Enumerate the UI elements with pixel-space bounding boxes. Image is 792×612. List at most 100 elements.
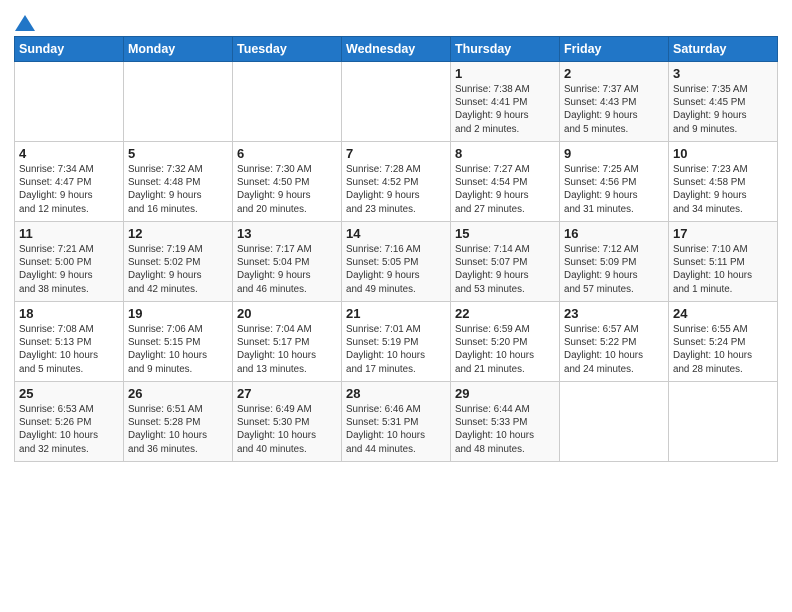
calendar-cell: 27Sunrise: 6:49 AM Sunset: 5:30 PM Dayli… [233, 382, 342, 462]
day-number: 16 [564, 226, 664, 241]
calendar-cell [342, 62, 451, 142]
day-header-saturday: Saturday [669, 37, 778, 62]
logo [14, 12, 36, 30]
calendar-cell: 4 Sunrise: 7:34 AM Sunset: 4:47 PM Daylig… [15, 142, 124, 222]
day-info: Sunrise: 7:01 AM Sunset: 5:19 PM Dayligh… [346, 323, 446, 376]
calendar-cell: 25 Sunrise: 6:53 AM Sunset: 5:26 PM Dayli… [15, 382, 124, 462]
calendar-cell: 10 Sunrise: 7:23 AM Sunset: 4:58 PM Dayli… [669, 142, 778, 222]
day-info: Sunrise: 6:46 AM Sunset: 5:31 PM Dayligh… [346, 403, 446, 456]
day-number: 4 [19, 146, 119, 161]
day-info: Sunrise: 7:38 AM Sunset: 4:41 PM Dayligh… [455, 83, 555, 136]
calendar-header [14, 12, 778, 30]
calendar-cell: 13 Sunrise: 7:17 AM Sunset: 5:04 PM Dayli… [233, 222, 342, 302]
day-number: 7 [346, 146, 446, 161]
calendar-cell: 5Sunrise: 7:32 AM Sunset: 4:48 PM Daylig… [124, 142, 233, 222]
day-info: Sunrise: 7:28 AM Sunset: 4:52 PM Dayligh… [346, 163, 446, 216]
calendar-cell: 21 Sunrise: 7:01 AM Sunset: 5:19 PM Dayli… [342, 302, 451, 382]
calendar-cell: 11 Sunrise: 7:21 AM Sunset: 5:00 PM Dayli… [15, 222, 124, 302]
day-number: 18 [19, 306, 119, 321]
day-header-friday: Friday [560, 37, 669, 62]
day-info: Sunrise: 7:04 AM Sunset: 5:17 PM Dayligh… [237, 323, 337, 376]
day-header-wednesday: Wednesday [342, 37, 451, 62]
day-info: Sunrise: 7:12 AM Sunset: 5:09 PM Dayligh… [564, 243, 664, 296]
day-number: 6 [237, 146, 337, 161]
day-header-monday: Monday [124, 37, 233, 62]
day-info: Sunrise: 6:53 AM Sunset: 5:26 PM Dayligh… [19, 403, 119, 456]
calendar-cell [15, 62, 124, 142]
calendar-cell [669, 382, 778, 462]
day-number: 19 [128, 306, 228, 321]
day-number: 3 [673, 66, 773, 81]
day-number: 14 [346, 226, 446, 241]
day-info: Sunrise: 7:30 AM Sunset: 4:50 PM Dayligh… [237, 163, 337, 216]
calendar-week-1: 1 Sunrise: 7:38 AM Sunset: 4:41 PM Daylig… [15, 62, 778, 142]
day-number: 28 [346, 386, 446, 401]
calendar-week-4: 18 Sunrise: 7:08 AM Sunset: 5:13 PM Dayli… [15, 302, 778, 382]
day-number: 20 [237, 306, 337, 321]
day-number: 23 [564, 306, 664, 321]
day-number: 26 [128, 386, 228, 401]
calendar-cell: 6 Sunrise: 7:30 AM Sunset: 4:50 PM Daylig… [233, 142, 342, 222]
day-number: 13 [237, 226, 337, 241]
day-number: 29 [455, 386, 555, 401]
calendar-cell: 12 Sunrise: 7:19 AM Sunset: 5:02 PM Dayli… [124, 222, 233, 302]
day-header-sunday: Sunday [15, 37, 124, 62]
calendar-cell: 26 Sunrise: 6:51 AM Sunset: 5:28 PM Dayli… [124, 382, 233, 462]
day-number: 10 [673, 146, 773, 161]
day-number: 5 [128, 146, 228, 161]
calendar-cell [124, 62, 233, 142]
calendar-cell: 9 Sunrise: 7:25 AM Sunset: 4:56 PM Daylig… [560, 142, 669, 222]
day-info: Sunrise: 6:55 AM Sunset: 5:24 PM Dayligh… [673, 323, 773, 376]
calendar-cell: 1 Sunrise: 7:38 AM Sunset: 4:41 PM Daylig… [451, 62, 560, 142]
day-info: Sunrise: 7:35 AM Sunset: 4:45 PM Dayligh… [673, 83, 773, 136]
day-info: Sunrise: 7:17 AM Sunset: 5:04 PM Dayligh… [237, 243, 337, 296]
day-info: Sunrise: 7:08 AM Sunset: 5:13 PM Dayligh… [19, 323, 119, 376]
calendar-cell [560, 382, 669, 462]
calendar-cell: 7 Sunrise: 7:28 AM Sunset: 4:52 PM Daylig… [342, 142, 451, 222]
calendar-header-row: SundayMondayTuesdayWednesdayThursdayFrid… [15, 37, 778, 62]
calendar-cell: 20 Sunrise: 7:04 AM Sunset: 5:17 PM Dayli… [233, 302, 342, 382]
calendar-cell: 28 Sunrise: 6:46 AM Sunset: 5:31 PM Dayli… [342, 382, 451, 462]
day-info: Sunrise: 7:25 AM Sunset: 4:56 PM Dayligh… [564, 163, 664, 216]
day-number: 8 [455, 146, 555, 161]
calendar-cell: 18 Sunrise: 7:08 AM Sunset: 5:13 PM Dayli… [15, 302, 124, 382]
day-number: 12 [128, 226, 228, 241]
day-info: Sunrise: 7:14 AM Sunset: 5:07 PM Dayligh… [455, 243, 555, 296]
day-info: Sunrise: 7:21 AM Sunset: 5:00 PM Dayligh… [19, 243, 119, 296]
day-number: 22 [455, 306, 555, 321]
calendar-cell: 2 Sunrise: 7:37 AM Sunset: 4:43 PM Daylig… [560, 62, 669, 142]
day-number: 24 [673, 306, 773, 321]
day-info: Sunrise: 6:51 AM Sunset: 5:28 PM Dayligh… [128, 403, 228, 456]
day-info: Sunrise: 7:27 AM Sunset: 4:54 PM Dayligh… [455, 163, 555, 216]
calendar-cell: 22 Sunrise: 6:59 AM Sunset: 5:20 PM Dayli… [451, 302, 560, 382]
day-number: 21 [346, 306, 446, 321]
logo-icon [14, 12, 36, 34]
day-info: Sunrise: 6:57 AM Sunset: 5:22 PM Dayligh… [564, 323, 664, 376]
day-header-tuesday: Tuesday [233, 37, 342, 62]
day-info: Sunrise: 7:37 AM Sunset: 4:43 PM Dayligh… [564, 83, 664, 136]
day-number: 25 [19, 386, 119, 401]
day-number: 11 [19, 226, 119, 241]
calendar-week-2: 4 Sunrise: 7:34 AM Sunset: 4:47 PM Daylig… [15, 142, 778, 222]
day-number: 1 [455, 66, 555, 81]
day-info: Sunrise: 6:59 AM Sunset: 5:20 PM Dayligh… [455, 323, 555, 376]
day-number: 9 [564, 146, 664, 161]
calendar-week-3: 11 Sunrise: 7:21 AM Sunset: 5:00 PM Dayli… [15, 222, 778, 302]
calendar-cell: 19 Sunrise: 7:06 AM Sunset: 5:15 PM Dayli… [124, 302, 233, 382]
day-number: 17 [673, 226, 773, 241]
day-number: 2 [564, 66, 664, 81]
day-info: Sunrise: 7:23 AM Sunset: 4:58 PM Dayligh… [673, 163, 773, 216]
calendar-body: 1 Sunrise: 7:38 AM Sunset: 4:41 PM Daylig… [15, 62, 778, 462]
calendar-cell: 23 Sunrise: 6:57 AM Sunset: 5:22 PM Dayli… [560, 302, 669, 382]
calendar-cell: 29 Sunrise: 6:44 AM Sunset: 5:33 PM Dayli… [451, 382, 560, 462]
calendar-page: SundayMondayTuesdayWednesdayThursdayFrid… [0, 0, 792, 472]
day-header-thursday: Thursday [451, 37, 560, 62]
day-info: Sunrise: 7:34 AM Sunset: 4:47 PM Dayligh… [19, 163, 119, 216]
calendar-table: SundayMondayTuesdayWednesdayThursdayFrid… [14, 36, 778, 462]
calendar-cell: 15Sunrise: 7:14 AM Sunset: 5:07 PM Dayli… [451, 222, 560, 302]
calendar-cell: 14Sunrise: 7:16 AM Sunset: 5:05 PM Dayli… [342, 222, 451, 302]
day-info: Sunrise: 7:19 AM Sunset: 5:02 PM Dayligh… [128, 243, 228, 296]
calendar-cell [233, 62, 342, 142]
day-info: Sunrise: 6:44 AM Sunset: 5:33 PM Dayligh… [455, 403, 555, 456]
day-info: Sunrise: 7:06 AM Sunset: 5:15 PM Dayligh… [128, 323, 228, 376]
